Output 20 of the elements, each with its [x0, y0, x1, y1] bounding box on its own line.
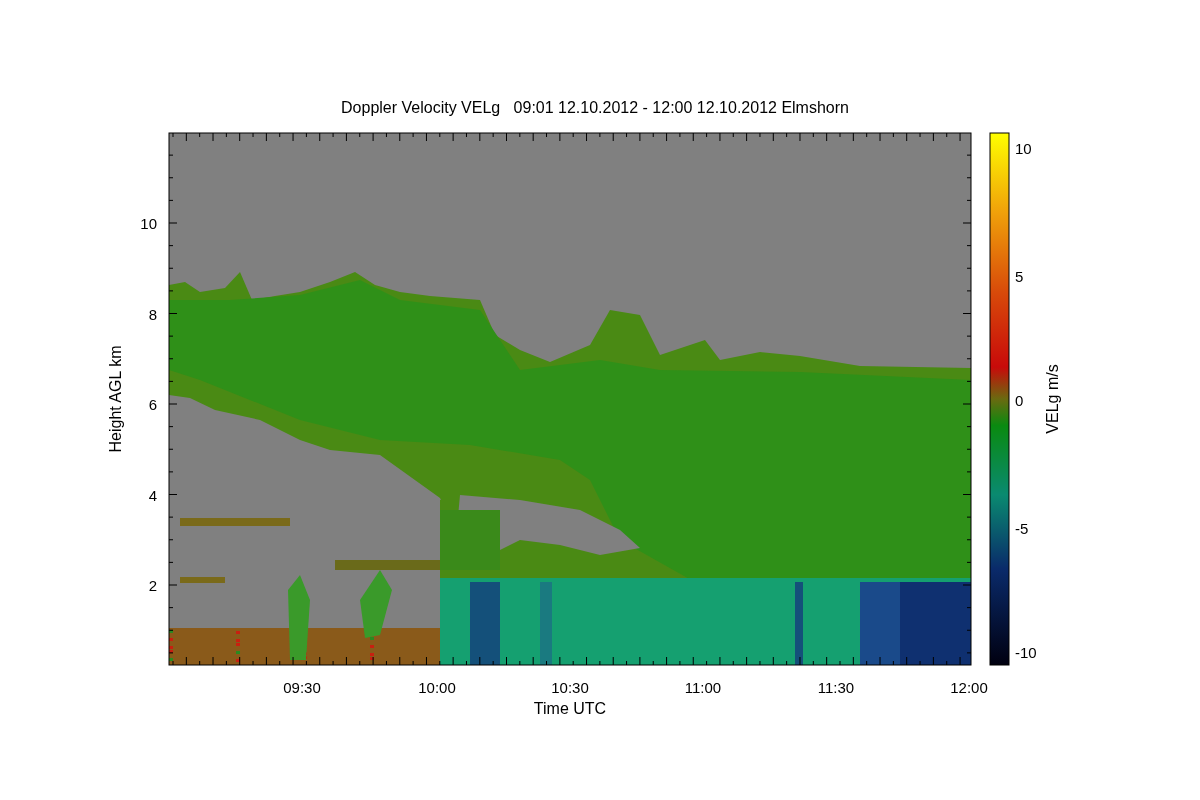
colorbar-label: VELg m/s: [1044, 364, 1061, 434]
x-tick-label: 12:00: [950, 679, 988, 696]
y-tick-label: 2: [148, 577, 157, 594]
chart-title: Doppler Velocity VELg 09:01 12.10.2012 - 12:00 12.10.2012 Elmshorn: [341, 99, 849, 116]
x-tick-label: 11:30: [817, 679, 855, 696]
colorbar-tick-label: 10: [1015, 140, 1032, 157]
colorbar-tick-label: 5: [1015, 268, 1024, 285]
colorbar-tick-label: -10: [1015, 644, 1037, 661]
x-tick-label: 09:30: [283, 679, 321, 696]
colorbar-tick-label: -5: [1015, 520, 1029, 537]
x-tick-label: 10:30: [551, 679, 589, 696]
x-tick-label: 11:00: [684, 679, 722, 696]
y-axis-label: Height AGL km: [107, 345, 124, 453]
y-tick-label: 8: [148, 305, 157, 323]
x-tick-label: 10:00: [418, 679, 456, 696]
y-tick-label: 10: [140, 215, 157, 232]
x-axis-label: Time UTC: [533, 700, 607, 717]
y-tick-label: 4: [148, 486, 157, 504]
y-tick-label: 6: [148, 396, 157, 413]
colorbar-tick-label: 0: [1015, 392, 1024, 409]
